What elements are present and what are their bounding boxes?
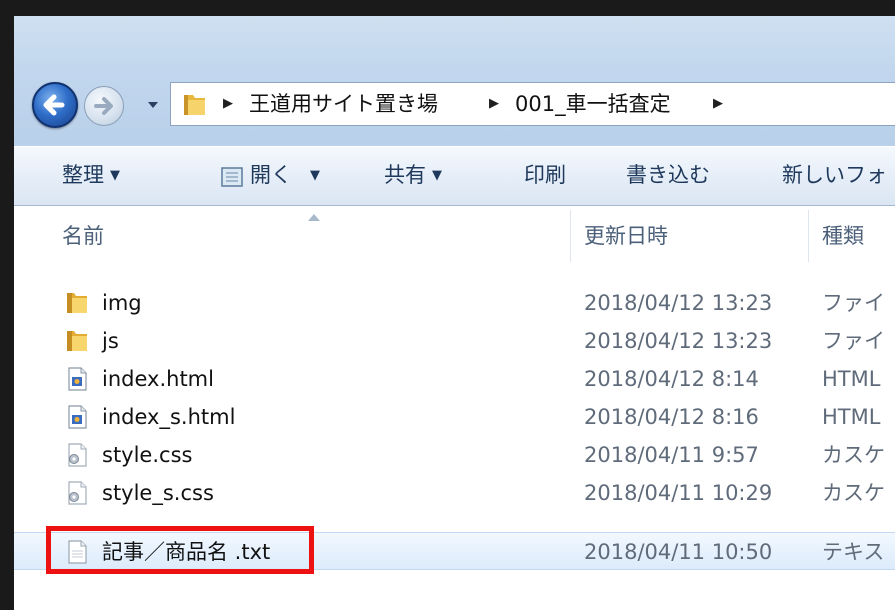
explorer-window: ▶ 王道用サイト置き場 ▶ 001_車一括査定 ▶ 整理 ▼ 開く ▼ 共有 ▼ 印刷…: [0, 0, 895, 610]
burn-button[interactable]: 書き込む: [626, 161, 710, 189]
organize-button[interactable]: 整理 ▼: [62, 161, 120, 190]
sort-ascending-icon: [308, 214, 320, 221]
share-label: 共有: [384, 163, 426, 187]
file-row[interactable]: style_s.css 2018/04/11 10:29 カスケ: [14, 474, 895, 512]
column-divider[interactable]: [808, 210, 809, 262]
html-file-icon: [68, 405, 87, 429]
open-label: 開く: [250, 163, 292, 187]
column-divider[interactable]: [570, 210, 571, 262]
organize-label: 整理: [62, 163, 104, 187]
folder-icon: [67, 331, 87, 351]
file-date: 2018/04/11 10:29: [584, 481, 773, 505]
css-file-icon: [68, 443, 87, 467]
file-name: js: [102, 329, 119, 353]
file-date: 2018/04/12 8:16: [584, 405, 759, 429]
share-button[interactable]: 共有 ▼: [384, 161, 442, 190]
file-type: ファイ: [822, 329, 885, 353]
breadcrumb-separator-icon[interactable]: ▶: [489, 95, 503, 113]
breadcrumb-item[interactable]: 001_車一括査定: [515, 91, 671, 117]
print-button[interactable]: 印刷: [524, 161, 566, 189]
title-area: [14, 16, 895, 146]
forward-button[interactable]: [84, 86, 124, 126]
file-name: style_s.css: [102, 481, 214, 505]
new-folder-button[interactable]: 新しいフォ: [782, 161, 887, 189]
file-type: カスケ: [822, 481, 885, 505]
column-type[interactable]: 種類: [812, 206, 895, 266]
highlight-annotation: [46, 526, 314, 574]
column-header: 名前 更新日時 種類: [14, 206, 895, 266]
arrow-right-icon: [94, 97, 113, 115]
address-bar[interactable]: ▶ 王道用サイト置き場 ▶ 001_車一括査定 ▶: [170, 82, 895, 126]
file-date: 2018/04/11 10:50: [584, 540, 773, 564]
file-type: HTML: [822, 405, 881, 429]
file-type: ファイ: [822, 291, 885, 315]
dropdown-arrow-icon: ▼: [310, 168, 320, 183]
folder-icon: [184, 95, 205, 115]
history-dropdown-icon[interactable]: [146, 98, 160, 112]
file-type: カスケ: [822, 443, 885, 467]
breadcrumb-separator-icon[interactable]: ▶: [223, 95, 237, 113]
dropdown-arrow-icon: ▼: [110, 168, 120, 183]
column-modified[interactable]: 更新日時: [574, 206, 810, 266]
html-file-icon: [68, 367, 87, 391]
file-name: style.css: [102, 443, 193, 467]
file-type: テキス: [822, 540, 885, 564]
file-type: HTML: [822, 367, 881, 391]
back-button[interactable]: [32, 82, 78, 128]
dropdown-arrow-icon: ▼: [432, 168, 442, 183]
file-name: index.html: [102, 367, 214, 391]
open-notepad-icon: [221, 167, 243, 187]
file-row[interactable]: style.css 2018/04/11 9:57 カスケ: [14, 436, 895, 474]
breadcrumb-item[interactable]: 王道用サイト置き場: [249, 91, 438, 117]
css-file-icon: [68, 481, 87, 505]
file-date: 2018/04/12 13:23: [584, 329, 773, 353]
file-row[interactable]: index_s.html 2018/04/12 8:16 HTML: [14, 398, 895, 436]
open-button[interactable]: 開く ▼: [250, 161, 320, 190]
file-date: 2018/04/12 8:14: [584, 367, 759, 391]
file-row[interactable]: index.html 2018/04/12 8:14 HTML: [14, 360, 895, 398]
file-row[interactable]: js 2018/04/12 13:23 ファイ: [14, 322, 895, 360]
file-date: 2018/04/11 9:57: [584, 443, 759, 467]
command-bar: 整理 ▼ 開く ▼ 共有 ▼ 印刷 書き込む 新しいフォ: [14, 146, 895, 206]
arrow-left-icon: [43, 94, 65, 116]
file-name: index_s.html: [102, 405, 236, 429]
file-row[interactable]: img 2018/04/12 13:23 ファイ: [14, 284, 895, 322]
folder-icon: [67, 293, 87, 313]
breadcrumb-separator-icon[interactable]: ▶: [713, 95, 727, 113]
file-name: img: [102, 291, 142, 315]
file-date: 2018/04/12 13:23: [584, 291, 773, 315]
